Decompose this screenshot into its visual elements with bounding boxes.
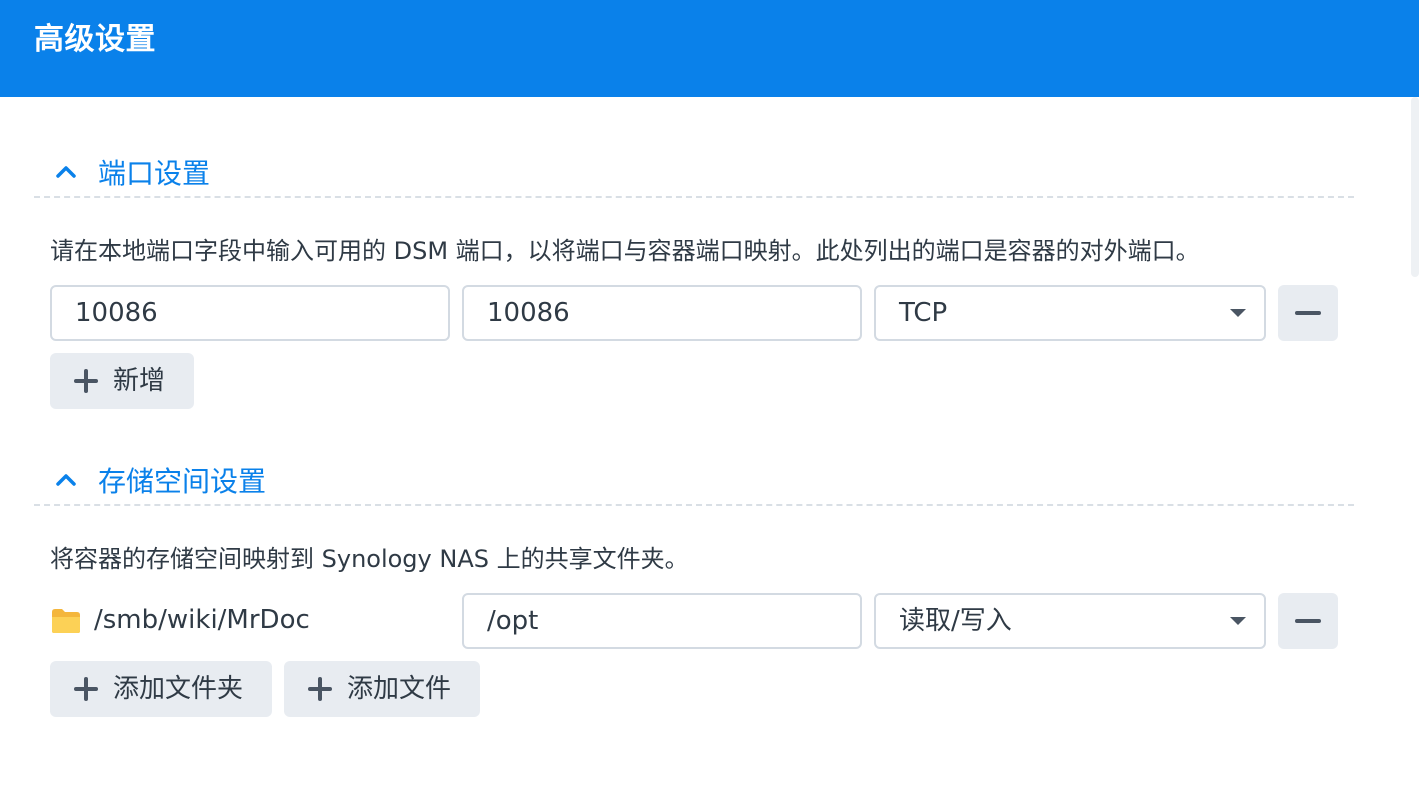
permission-select-value: 读取/写入	[899, 606, 1012, 636]
add-file-button[interactable]: 添加文件	[284, 661, 480, 717]
port-settings-header[interactable]: 端口设置	[34, 152, 1354, 198]
port-settings-description: 请在本地端口字段中输入可用的 DSM 端口，以将端口与容器端口映射。此处列出的端…	[50, 237, 1200, 265]
add-port-button[interactable]: 新增	[50, 353, 194, 409]
caret-down-icon	[1230, 309, 1246, 317]
chevron-up-icon[interactable]	[52, 158, 80, 186]
add-file-label: 添加文件	[347, 674, 452, 704]
remove-port-button[interactable]	[1278, 285, 1338, 341]
protocol-select[interactable]: TCP	[874, 285, 1266, 341]
plus-icon	[74, 677, 98, 701]
permission-select[interactable]: 读取/写入	[874, 593, 1266, 649]
caret-down-icon	[1230, 617, 1246, 625]
storage-settings-title: 存储空间设置	[98, 465, 267, 498]
local-port-input[interactable]: 10086	[50, 285, 450, 341]
storage-settings-header[interactable]: 存储空间设置	[34, 460, 1354, 506]
chevron-up-icon[interactable]	[52, 466, 80, 494]
storage-settings-description: 将容器的存储空间映射到 Synology NAS 上的共享文件夹。	[50, 545, 689, 573]
scrollbar[interactable]	[1411, 97, 1419, 277]
shared-folder-path: /smb/wiki/MrDoc	[94, 605, 310, 635]
dialog-header: 高级设置	[0, 0, 1419, 97]
add-folder-button[interactable]: 添加文件夹	[50, 661, 272, 717]
plus-icon	[74, 369, 98, 393]
folder-icon	[52, 609, 80, 633]
remove-volume-button[interactable]	[1278, 593, 1338, 649]
port-settings-title: 端口设置	[98, 157, 211, 190]
add-folder-label: 添加文件夹	[113, 674, 244, 704]
dialog-title: 高级设置	[34, 22, 156, 57]
plus-icon	[308, 677, 332, 701]
add-port-label: 新增	[113, 366, 166, 396]
mount-path-input[interactable]: /opt	[462, 593, 862, 649]
minus-icon	[1295, 619, 1321, 623]
container-port-input[interactable]: 10086	[462, 285, 862, 341]
protocol-select-value: TCP	[899, 298, 948, 328]
minus-icon	[1295, 311, 1321, 315]
